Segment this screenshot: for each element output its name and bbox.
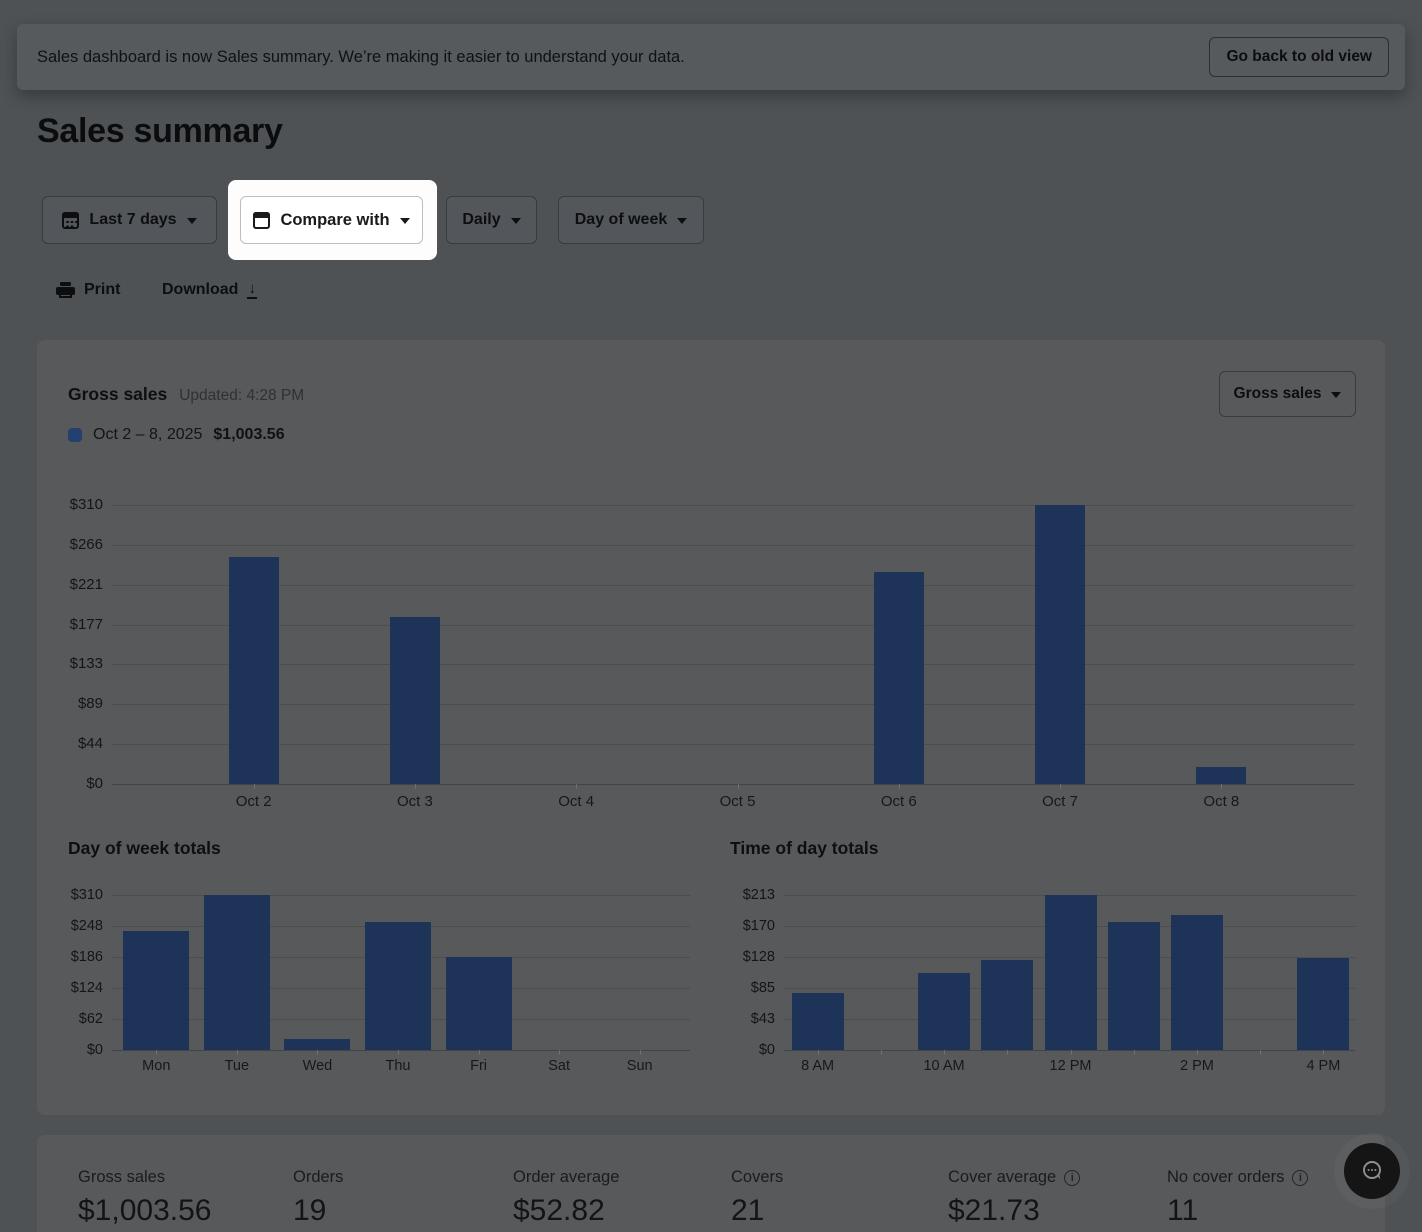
- breakdown-label: Day of week: [575, 211, 667, 229]
- bar-10-am: [918, 973, 970, 1050]
- x-axis-tick-label: 8 AM: [758, 1056, 878, 1076]
- stat-label: Order average: [513, 1168, 619, 1187]
- granularity-label: Daily: [462, 211, 500, 229]
- chevron-down-icon: [187, 218, 197, 224]
- bar-4-pm: [1297, 958, 1349, 1050]
- notification-banner: Sales dashboard is now Sales summary. We…: [17, 24, 1405, 90]
- time-of-day-totals-chart: $213$170$128$85$43$08 AM10 AM12 PM2 PM4 …: [37, 340, 1385, 1115]
- x-axis-tick: [818, 1050, 819, 1055]
- page-title: Sales summary: [37, 112, 283, 151]
- x-axis-tick: [1260, 1050, 1261, 1055]
- date-range-dropdown[interactable]: Last 7 days: [42, 196, 217, 244]
- stat-gross-sales: Gross sales $1,003.56: [78, 1168, 211, 1228]
- x-axis-tick: [944, 1050, 945, 1055]
- stat-value: $52.82: [513, 1194, 619, 1228]
- download-label: Download: [162, 281, 238, 299]
- info-icon[interactable]: [1292, 1170, 1308, 1186]
- bar-11-am: [981, 960, 1033, 1050]
- print-button[interactable]: Print: [50, 277, 126, 303]
- gridline: [784, 1050, 1355, 1051]
- stat-label: Covers: [731, 1168, 783, 1187]
- x-axis-tick: [1197, 1050, 1198, 1055]
- stat-label: Orders: [293, 1168, 343, 1187]
- stat-label: Cover average: [948, 1168, 1056, 1187]
- stat-label: No cover orders: [1167, 1168, 1284, 1187]
- stat-value: 11: [1167, 1194, 1308, 1228]
- bar-1-pm: [1108, 922, 1160, 1050]
- stat-cover-average: Cover average $21.73: [948, 1168, 1080, 1228]
- y-axis-tick-label: $170: [694, 917, 775, 935]
- date-range-label: Last 7 days: [89, 211, 176, 229]
- x-axis-tick: [1323, 1050, 1324, 1055]
- bar-2-pm: [1171, 915, 1223, 1050]
- granularity-dropdown[interactable]: Daily: [446, 196, 537, 244]
- stat-orders: Orders 19: [293, 1168, 343, 1228]
- sales-summary-page: Sales dashboard is now Sales summary. We…: [0, 0, 1422, 1232]
- breakdown-dropdown[interactable]: Day of week: [558, 196, 704, 244]
- download-button[interactable]: Download ↓: [156, 277, 263, 303]
- y-axis-tick-label: $85: [694, 979, 775, 997]
- calendar-icon: [62, 212, 79, 229]
- chevron-down-icon: [511, 218, 521, 224]
- x-axis-tick-label: 10 AM: [884, 1056, 1004, 1076]
- x-axis-tick: [1134, 1050, 1135, 1055]
- stat-order-average: Order average $52.82: [513, 1168, 619, 1228]
- bar-12-pm: [1045, 895, 1097, 1050]
- y-axis-tick-label: $213: [694, 886, 775, 904]
- stat-covers: Covers 21: [731, 1168, 783, 1228]
- x-axis-tick: [1071, 1050, 1072, 1055]
- stat-value: 19: [293, 1194, 343, 1228]
- printer-icon: [56, 282, 75, 298]
- x-axis-tick: [881, 1050, 882, 1055]
- y-axis-tick-label: $43: [694, 1010, 775, 1028]
- compare-with-dropdown[interactable]: Compare with: [240, 196, 423, 244]
- stat-no-cover-orders: No cover orders 11: [1167, 1168, 1308, 1228]
- banner-message: Sales dashboard is now Sales summary. We…: [37, 48, 1209, 67]
- chevron-down-icon: [400, 218, 410, 224]
- x-axis-tick: [1007, 1050, 1008, 1055]
- info-icon[interactable]: [1064, 1170, 1080, 1186]
- stat-value: $21.73: [948, 1194, 1080, 1228]
- y-axis-tick-label: $128: [694, 948, 775, 966]
- stat-value: $1,003.56: [78, 1194, 211, 1228]
- gross-sales-card: Gross sales Updated: 4:28 PM Oct 2 – 8, …: [37, 340, 1385, 1115]
- x-axis-tick-label: 4 PM: [1263, 1056, 1383, 1076]
- bar-8-am: [792, 993, 844, 1050]
- go-back-to-old-view-button[interactable]: Go back to old view: [1209, 37, 1389, 77]
- print-label: Print: [84, 281, 120, 299]
- chevron-down-icon: [677, 218, 687, 224]
- download-arrow-icon: ↓: [247, 282, 257, 299]
- chat-help-fab-button[interactable]: [1344, 1143, 1400, 1199]
- x-axis-tick-label: 12 PM: [1011, 1056, 1131, 1076]
- summary-stats-card: Gross sales $1,003.56 Orders 19 Order av…: [37, 1135, 1385, 1232]
- stat-value: 21: [731, 1194, 783, 1228]
- x-axis-tick-label: 2 PM: [1137, 1056, 1257, 1076]
- chat-bubble-icon: [1358, 1157, 1386, 1185]
- calendar-icon: [253, 212, 270, 229]
- compare-with-label: Compare with: [280, 211, 389, 230]
- stat-label: Gross sales: [78, 1168, 165, 1187]
